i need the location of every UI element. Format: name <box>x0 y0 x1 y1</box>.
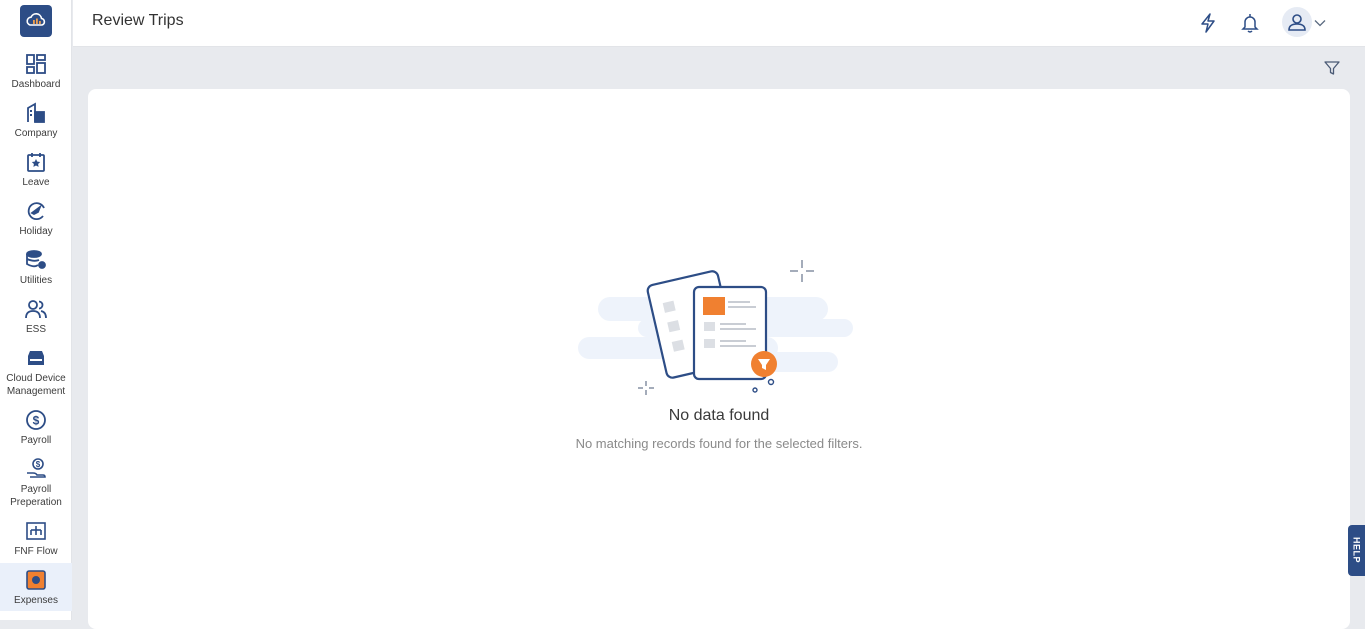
bell-icon[interactable] <box>1237 10 1263 36</box>
user-avatar[interactable] <box>1282 7 1312 37</box>
plane-icon <box>24 199 48 223</box>
database-gear-icon <box>24 248 48 272</box>
sidebar-item-dashboard[interactable]: Dashboard <box>0 52 72 92</box>
main-content-card: No data found No matching records found … <box>88 89 1350 629</box>
sidebar-item-label: Dashboard <box>11 79 61 90</box>
flow-chart-icon <box>24 519 48 543</box>
sidebar-item-cloud-device-management[interactable]: Cloud Device Management <box>0 346 72 400</box>
sidebar-item-label: Holiday <box>19 226 53 237</box>
empty-state-message: No matching records found for the select… <box>575 436 863 451</box>
user-icon <box>1288 14 1306 31</box>
app-logo[interactable] <box>20 5 52 37</box>
calendar-star-icon <box>24 150 48 174</box>
no-data-illustration <box>578 260 853 395</box>
hand-dollar-icon: $ <box>24 457 48 481</box>
users-icon <box>24 297 48 321</box>
chevron-down-icon[interactable] <box>1313 10 1327 36</box>
sidebar-item-label: Expenses <box>14 595 58 606</box>
dashboard-icon <box>24 52 48 76</box>
sidebar-item-label: FNF Flow <box>14 546 58 557</box>
filter-icon[interactable] <box>1322 58 1342 78</box>
sidebar-item-label: Cloud Device Management <box>6 373 66 397</box>
sidebar: Dashboard Company Leave Holiday Utilitie… <box>0 0 72 620</box>
sidebar-item-fnf-flow[interactable]: FNF Flow <box>0 519 72 559</box>
sidebar-item-label: Utilities <box>19 275 53 286</box>
svg-text:$: $ <box>33 414 40 428</box>
sidebar-item-utilities[interactable]: Utilities <box>0 248 72 288</box>
empty-state-title: No data found <box>668 407 770 424</box>
sidebar-item-label: ESS <box>25 324 46 335</box>
dollar-circle-icon: $ <box>24 408 48 432</box>
sidebar-item-label: Payroll Preperation <box>10 484 62 508</box>
sidebar-item-payroll[interactable]: $ Payroll <box>0 408 72 448</box>
sidebar-item-payroll-preperation[interactable]: $ Payroll Preperation <box>0 457 72 511</box>
page-title: Review Trips <box>92 12 184 29</box>
sidebar-item-leave[interactable]: Leave <box>0 150 72 190</box>
sidebar-item-holiday[interactable]: Holiday <box>0 199 72 239</box>
sidebar-item-expenses[interactable]: Expenses <box>0 563 72 611</box>
building-icon <box>24 101 48 125</box>
expenses-icon <box>24 568 48 592</box>
sidebar-item-label: Leave <box>22 177 50 188</box>
device-icon <box>24 346 48 370</box>
help-button[interactable]: HELP <box>1348 525 1365 576</box>
svg-text:$: $ <box>36 460 41 469</box>
help-label: HELP <box>1351 537 1362 564</box>
cloud-chart-icon <box>26 13 46 26</box>
top-bar: Review Trips <box>73 0 1365 47</box>
sidebar-item-label: Payroll <box>20 435 52 446</box>
sidebar-item-label: Company <box>14 128 58 139</box>
sidebar-item-ess[interactable]: ESS <box>0 297 72 337</box>
lightning-icon[interactable] <box>1195 10 1221 36</box>
sidebar-item-company[interactable]: Company <box>0 101 72 141</box>
